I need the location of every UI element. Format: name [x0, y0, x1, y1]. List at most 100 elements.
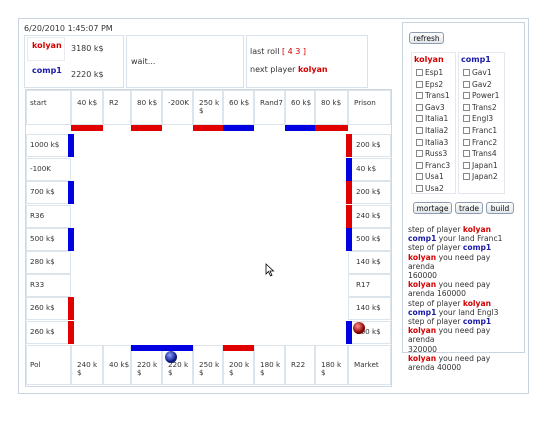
log-player-name: kolyan — [408, 353, 437, 363]
owner-bar-left-8 — [68, 321, 74, 344]
property-label: Trans1 — [425, 91, 450, 101]
property-checkbox-row[interactable]: Franc1 — [463, 125, 497, 136]
log-player-name: kolyan — [462, 225, 492, 234]
board-cell-label: 220 k $ — [168, 360, 189, 377]
log-line: 160000 — [408, 271, 526, 280]
owner-bar-bottom-3 — [131, 345, 162, 351]
property-label: Gav1 — [472, 68, 492, 77]
log-text: arenda — [408, 261, 435, 271]
property-checkbox[interactable] — [463, 161, 470, 169]
property-checkbox-row[interactable]: Franc3 — [416, 160, 450, 171]
property-checkbox[interactable] — [463, 127, 470, 134]
property-checkbox[interactable] — [416, 161, 423, 169]
property-checkbox-row[interactable]: Gav1 — [463, 67, 492, 78]
log-text: arenda 40000 — [408, 363, 462, 373]
property-checkbox-row[interactable]: Power1 — [463, 90, 499, 101]
property-checkbox-row[interactable]: Eps2 — [416, 79, 443, 90]
property-label: Italia3 — [425, 137, 449, 147]
owner-bar-left-2 — [68, 181, 74, 204]
next-player: next player kolyan — [250, 65, 328, 74]
property-checkbox-row[interactable]: Gav2 — [463, 79, 492, 90]
property-label: Japan1 — [472, 160, 498, 170]
board-cell-top-1 — [71, 90, 103, 125]
property-label: Franc1 — [472, 126, 498, 135]
property-label: Gav2 — [472, 79, 492, 89]
property-label: Esp1 — [425, 68, 444, 77]
property-label: Trans4 — [472, 149, 497, 159]
property-checkbox[interactable] — [463, 173, 470, 181]
trade-button[interactable]: trade — [455, 202, 483, 214]
property-checkbox-row[interactable]: Japan2 — [463, 171, 498, 182]
property-checkbox[interactable] — [463, 138, 470, 146]
board-cell-top-8 — [285, 90, 315, 125]
board-cell-label: 200 k$ — [356, 140, 381, 149]
mouse-cursor-icon — [265, 263, 275, 277]
property-checkbox[interactable] — [463, 103, 470, 111]
owner-bar-bottom-4 — [162, 345, 193, 351]
property-checkbox[interactable] — [416, 185, 423, 192]
property-checkbox[interactable] — [416, 69, 423, 76]
board-cell-label: 80 k$ — [321, 98, 342, 107]
log-text: step of player — [408, 317, 463, 327]
property-checkbox-row[interactable]: Italia3 — [416, 137, 448, 148]
property-checkbox-row[interactable]: Franc2 — [463, 137, 497, 148]
property-checkbox[interactable] — [463, 69, 470, 76]
log-line: kolyan you need pay — [408, 326, 526, 335]
player-token-kolyan — [353, 322, 365, 334]
status-text: wait... — [131, 57, 156, 66]
property-label: Power1 — [472, 91, 500, 101]
property-checkbox-row[interactable]: Italia2 — [416, 125, 448, 136]
property-checkbox-row[interactable]: Engl3 — [463, 113, 493, 124]
board-cell-label: 700 k$ — [30, 187, 55, 196]
property-checkbox[interactable] — [463, 115, 470, 123]
property-checkbox-row[interactable]: Italia1 — [416, 113, 448, 124]
property-checkbox[interactable] — [416, 92, 423, 100]
property-checkbox-row[interactable]: Japan1 — [463, 160, 498, 171]
property-checkbox[interactable] — [463, 150, 470, 158]
property-checkbox-row[interactable]: Russ3 — [416, 148, 447, 159]
board-cell-label: 1000 k$ — [30, 140, 60, 149]
board-cell-label: 260 k$ — [30, 327, 55, 336]
property-checkbox-row[interactable]: Trans2 — [463, 102, 497, 113]
datetime: 6/20/2010 1:45:07 PM — [24, 24, 113, 33]
log-text: your land Franc1 — [436, 234, 503, 244]
mortage-button[interactable]: mortage — [413, 202, 452, 214]
build-button[interactable]: build — [486, 202, 514, 214]
refresh-button[interactable]: refresh — [409, 32, 444, 44]
log-player-name: comp1 — [408, 307, 437, 317]
property-checkbox[interactable] — [416, 103, 423, 111]
board-cell-top-0 — [26, 90, 71, 125]
log-text: your land Engl3 — [436, 307, 499, 317]
owner-bar-top-9 — [315, 125, 348, 131]
property-checkbox-row[interactable]: Esp1 — [416, 67, 443, 78]
property-checkbox[interactable] — [463, 92, 470, 100]
log-line: step of player comp1 — [408, 317, 526, 326]
board-cell-label: 220 k $ — [137, 360, 158, 377]
board-cell-top-7 — [254, 90, 285, 125]
board-cell-label: R22 — [291, 360, 306, 369]
log-text: you need pay — [436, 353, 491, 363]
board-cell-label: 60 k$ — [291, 98, 312, 107]
property-checkbox-row[interactable]: Gav3 — [416, 102, 445, 113]
property-checkbox-row[interactable]: Usa2 — [416, 183, 444, 194]
property-checkbox-row[interactable]: Trans4 — [463, 148, 497, 159]
board-cell-label: 40 k$ — [77, 98, 98, 107]
log-line: 320000 — [408, 345, 526, 354]
property-checkbox[interactable] — [416, 127, 423, 134]
property-label: Franc3 — [425, 160, 451, 170]
owner-col-comp1-title: comp1 — [461, 55, 491, 64]
property-checkbox[interactable] — [463, 80, 470, 88]
property-checkbox-row[interactable]: Usa1 — [416, 171, 444, 182]
property-checkbox[interactable] — [416, 80, 423, 88]
game-log: step of player kolyan comp1 your land Fra… — [408, 225, 526, 372]
board-cell-label: 260 k$ — [30, 303, 55, 312]
log-line: comp1 your land Engl3 — [408, 308, 526, 317]
board-cell-label: R36 — [30, 211, 45, 220]
property-checkbox[interactable] — [416, 150, 423, 158]
property-checkbox-row[interactable]: Trans1 — [416, 90, 450, 101]
property-checkbox[interactable] — [416, 115, 423, 123]
property-checkbox[interactable] — [416, 138, 423, 146]
log-player-name: comp1 — [462, 317, 492, 327]
property-checkbox[interactable] — [416, 173, 423, 181]
player-name-kolyan: kolyan — [32, 41, 62, 50]
